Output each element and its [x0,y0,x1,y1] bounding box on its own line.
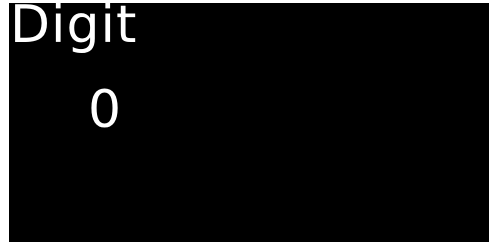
digit-value: 0 [88,80,122,140]
display-screen: Digit 0 [9,3,489,242]
screen-title: Digit [10,3,138,55]
